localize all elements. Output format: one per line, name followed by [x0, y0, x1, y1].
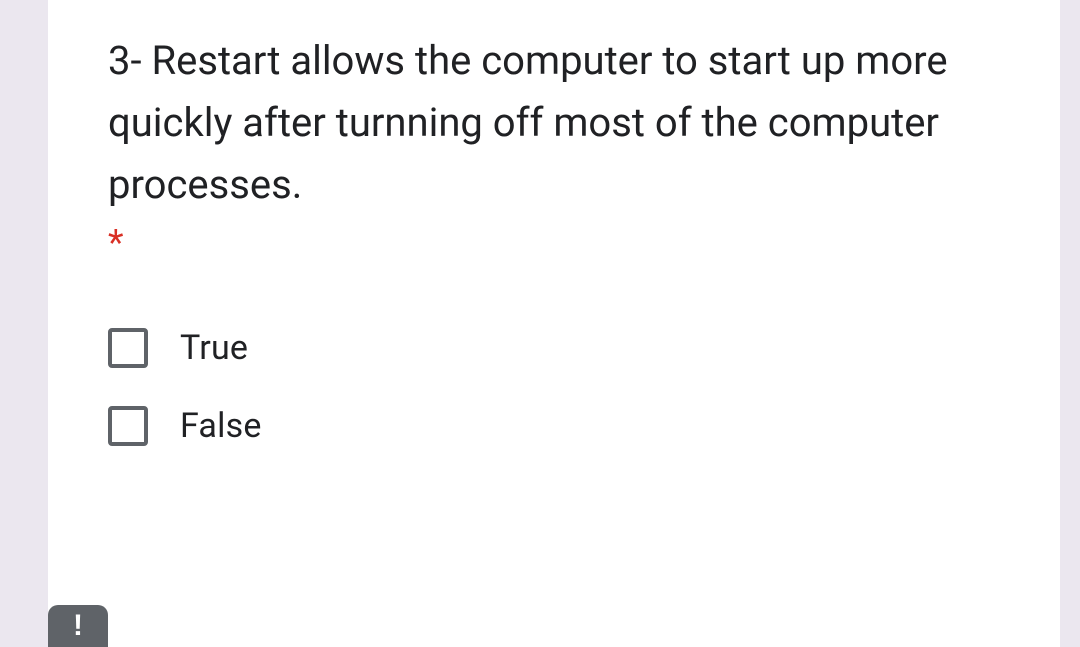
feedback-button[interactable]: !: [48, 605, 108, 647]
options-group: True False: [108, 328, 1000, 446]
exclamation-icon: !: [73, 609, 83, 643]
question-text: 3- Restart allows the computer to start …: [108, 30, 1000, 268]
option-label: True: [180, 328, 248, 368]
option-row-false[interactable]: False: [108, 406, 1000, 446]
checkbox-icon[interactable]: [108, 406, 148, 446]
option-row-true[interactable]: True: [108, 328, 1000, 368]
checkbox-icon[interactable]: [108, 328, 148, 368]
question-prompt: 3- Restart allows the computer to start …: [108, 37, 948, 208]
question-card: 3- Restart allows the computer to start …: [48, 0, 1060, 647]
required-asterisk: *: [108, 218, 1000, 268]
option-label: False: [180, 406, 262, 446]
